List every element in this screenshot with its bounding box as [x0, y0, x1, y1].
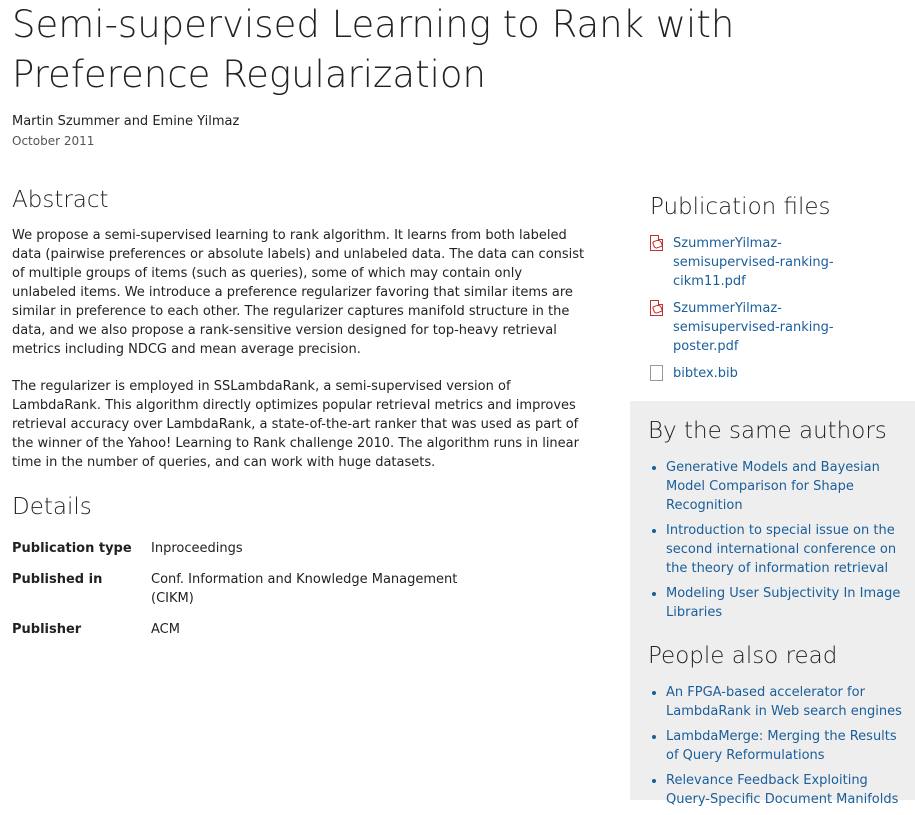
- same-authors-link[interactable]: Generative Models and Bayesian Model Com…: [666, 460, 880, 513]
- abstract-heading: Abstract: [12, 187, 109, 213]
- details-key: Published in: [12, 572, 103, 587]
- abstract-body: We propose a semi-supervised learning to…: [12, 226, 590, 490]
- details-row: Publication type Inproceedings: [12, 539, 482, 570]
- list-item: Generative Models and Bayesian Model Com…: [666, 458, 911, 515]
- details-heading: Details: [12, 494, 92, 520]
- pdf-icon: [650, 300, 663, 316]
- publication-date: October 2011: [12, 134, 95, 148]
- authors: Martin Szummer and Emine Yilmaz: [12, 114, 240, 129]
- same-authors-heading: By the same authors: [648, 418, 887, 444]
- same-authors-list: Generative Models and Bayesian Model Com…: [648, 458, 911, 628]
- pdf-icon: [650, 235, 663, 251]
- document-icon: [650, 365, 663, 381]
- same-authors-link[interactable]: Introduction to special issue on the sec…: [666, 523, 896, 576]
- file-link-bibtex[interactable]: bibtex.bib: [673, 366, 738, 381]
- abstract-paragraph: The regularizer is employed in SSLambdaR…: [12, 379, 579, 470]
- details-key: Publication type: [12, 541, 132, 556]
- people-also-read-list: An FPGA-based accelerator for LambdaRank…: [648, 683, 911, 815]
- file-item: SzummerYilmaz-semisupervised-ranking-cik…: [650, 234, 880, 291]
- list-item: An FPGA-based accelerator for LambdaRank…: [666, 683, 911, 721]
- list-item: LambdaMerge: Merging the Results of Quer…: [666, 727, 911, 765]
- details-table: Publication type Inproceedings Published…: [12, 539, 482, 651]
- details-row: Publisher ACM: [12, 620, 482, 651]
- file-link-cikm11[interactable]: SzummerYilmaz-semisupervised-ranking-cik…: [673, 236, 834, 289]
- list-item: Relevance Feedback Exploiting Query-Spec…: [666, 771, 911, 809]
- people-also-read-heading: People also read: [648, 643, 838, 669]
- file-item: bibtex.bib: [650, 364, 880, 383]
- page-title: Semi-supervised Learning to Rank with Pr…: [12, 3, 735, 96]
- file-item: SzummerYilmaz-semisupervised-ranking-pos…: [650, 299, 880, 356]
- publication-files-heading: Publication files: [650, 194, 831, 220]
- details-key: Publisher: [12, 622, 82, 637]
- details-value: Inproceedings: [151, 541, 243, 556]
- related-sidebar: By the same authors Generative Models an…: [630, 401, 915, 807]
- also-read-link[interactable]: An FPGA-based accelerator for LambdaRank…: [666, 685, 902, 719]
- list-item: Introduction to special issue on the sec…: [666, 521, 911, 578]
- publication-files-list: SzummerYilmaz-semisupervised-ranking-cik…: [650, 234, 880, 391]
- file-link-poster[interactable]: SzummerYilmaz-semisupervised-ranking-pos…: [673, 301, 834, 354]
- also-read-link[interactable]: Relevance Feedback Exploiting Query-Spec…: [666, 773, 898, 807]
- details-value: ACM: [151, 622, 180, 637]
- also-read-link[interactable]: LambdaMerge: Merging the Results of Quer…: [666, 729, 897, 763]
- list-item: Modeling User Subjectivity In Image Libr…: [666, 584, 911, 622]
- abstract-paragraph: We propose a semi-supervised learning to…: [12, 228, 585, 357]
- details-value: Conf. Information and Knowledge Manageme…: [151, 572, 458, 606]
- same-authors-link[interactable]: Modeling User Subjectivity In Image Libr…: [666, 586, 900, 620]
- details-row: Published in Conf. Information and Knowl…: [12, 570, 482, 620]
